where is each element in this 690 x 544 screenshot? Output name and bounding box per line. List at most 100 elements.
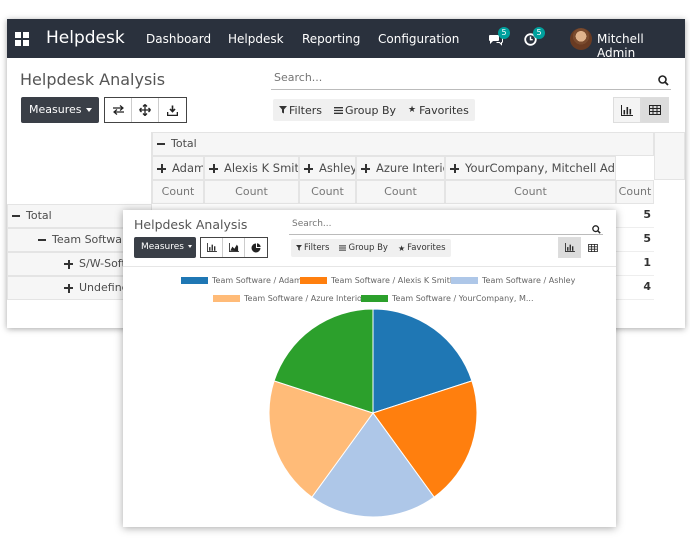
favorites-label: Favorites — [419, 103, 469, 117]
groupby-label: Group By — [344, 103, 397, 117]
line-chart-icon[interactable] — [223, 238, 245, 257]
messages-badge: 5 — [498, 27, 510, 39]
graph-search-bar — [289, 216, 603, 235]
star-icon: ★ — [397, 243, 406, 253]
legend-swatch — [213, 295, 240, 302]
legend-item[interactable]: Team Software / Alexis K Smith — [300, 276, 455, 285]
caret-down-icon — [187, 245, 192, 248]
row-label-total: Total — [26, 209, 52, 222]
legend-item[interactable]: Team Software / YourCompany, M... — [361, 294, 534, 303]
legend-item[interactable]: Team Software / Adam — [181, 276, 302, 285]
col-header-yourcompany[interactable]: YourCompany, Mitchell Admin — [445, 156, 616, 180]
row-total-value[interactable]: 5 — [616, 204, 654, 228]
col-header-adam[interactable]: Adam — [152, 156, 204, 180]
menu-dashboard[interactable]: Dashboard — [146, 32, 211, 46]
expand-icon — [450, 164, 459, 173]
graph-view-icon[interactable] — [613, 97, 641, 123]
legend-swatch — [451, 277, 478, 284]
row-total-value[interactable]: 1 — [616, 252, 654, 276]
legend-label: Team Software / YourCompany, M... — [392, 294, 534, 303]
graph-favorites-button[interactable]: ★ Favorites — [393, 239, 451, 257]
pie-chart-icon[interactable] — [245, 238, 267, 257]
measure-header-total: Count — [616, 180, 654, 204]
activities-clock-icon[interactable]: 5 — [524, 27, 545, 50]
collapse-icon — [12, 215, 20, 217]
pie-chart — [268, 308, 478, 518]
app-brand[interactable]: Helpdesk — [46, 28, 125, 48]
legend-label: Team Software / Ashley — [482, 276, 576, 285]
graph-view-switcher — [558, 237, 604, 258]
measures-button[interactable]: Measures — [21, 97, 99, 123]
graph-search-icon[interactable] — [592, 219, 601, 238]
star-icon: ★ — [408, 105, 417, 115]
apps-grid-icon[interactable] — [15, 32, 29, 46]
graph-filters-button[interactable]: Filters — [291, 239, 334, 257]
col-header-total[interactable]: Total — [152, 132, 654, 156]
measure-header: Count — [356, 180, 445, 204]
filter-icon — [279, 106, 287, 114]
graph-page-title: Helpdesk Analysis — [134, 217, 248, 232]
expand-icon — [157, 164, 166, 173]
measure-header: Count — [204, 180, 299, 204]
search-icon[interactable] — [658, 71, 669, 90]
bar-chart-icon[interactable] — [201, 238, 223, 257]
download-icon[interactable] — [159, 98, 186, 122]
legend-item[interactable]: Team Software / Azure Interior — [213, 294, 365, 303]
filters-button[interactable]: Filters — [273, 99, 328, 121]
expand-icon — [304, 164, 313, 173]
collapse-icon — [38, 239, 46, 241]
col-label-alexis: Alexis K Smith — [224, 161, 299, 175]
pivot-view-icon[interactable] — [641, 97, 669, 123]
menu-configuration[interactable]: Configuration — [378, 32, 459, 46]
graph-groupby-label: Group By — [348, 243, 388, 253]
expand-icon — [64, 259, 73, 269]
legend-item[interactable]: Team Software / Ashley — [451, 276, 575, 285]
row-label-sw-soft: S/W-Soft — [79, 257, 126, 270]
collapse-icon — [157, 143, 165, 145]
col-header-spacer — [654, 132, 685, 180]
col-header-azure[interactable]: Azure Interior — [356, 156, 445, 180]
user-avatar[interactable] — [570, 28, 592, 50]
flip-axis-icon[interactable] — [105, 98, 132, 122]
col-label-yourcompany: YourCompany, Mitchell Admin — [465, 161, 615, 175]
search-bar — [271, 68, 671, 90]
graph-groupby-button[interactable]: Group By — [334, 239, 392, 257]
measures-label: Measures — [29, 103, 82, 116]
row-total-value[interactable]: 5 — [616, 228, 654, 252]
row-label-team-software: Team Software — [52, 233, 134, 246]
legend-label: Team Software / Azure Interior — [244, 294, 366, 303]
search-input[interactable] — [274, 71, 634, 84]
page-title: Helpdesk Analysis — [20, 70, 166, 89]
favorites-button[interactable]: ★ Favorites — [402, 99, 475, 121]
pivot-view-icon[interactable] — [581, 237, 604, 258]
graph-search-input[interactable] — [292, 219, 572, 229]
col-header-ashley[interactable]: Ashley — [299, 156, 356, 180]
graph-measures-button[interactable]: Measures — [134, 237, 196, 258]
view-switcher — [613, 97, 669, 123]
list-icon — [339, 245, 347, 251]
legend-swatch — [300, 277, 327, 284]
menu-reporting[interactable]: Reporting — [302, 32, 360, 46]
user-menu[interactable]: Mitchell Admin — [597, 32, 685, 60]
messages-icon[interactable]: 5 — [489, 27, 510, 50]
filters-label: Filters — [289, 103, 322, 117]
menu-helpdesk[interactable]: Helpdesk — [228, 32, 284, 46]
measure-header: Count — [299, 180, 356, 204]
pivot-actions — [104, 97, 187, 123]
legend-label: Team Software / Alexis K Smith — [331, 276, 455, 285]
col-label-adam: Adam — [172, 161, 204, 175]
graph-favorites-label: Favorites — [407, 243, 446, 253]
graph-view-icon[interactable] — [558, 237, 581, 258]
legend-label: Team Software / Adam — [212, 276, 302, 285]
expand-all-icon[interactable] — [132, 98, 159, 122]
groupby-button[interactable]: Group By — [328, 99, 402, 121]
measure-header: Count — [152, 180, 204, 204]
graph-filters-label: Filters — [304, 243, 330, 253]
expand-icon — [209, 164, 218, 173]
top-navbar: Helpdesk Dashboard Helpdesk Reporting Co… — [7, 19, 685, 60]
search-options: Filters Group By ★ Favorites — [273, 99, 475, 121]
pivot-corner — [7, 132, 152, 204]
caret-down-icon — [86, 108, 93, 112]
row-total-value[interactable]: 4 — [616, 276, 654, 300]
col-header-alexis[interactable]: Alexis K Smith — [204, 156, 299, 180]
